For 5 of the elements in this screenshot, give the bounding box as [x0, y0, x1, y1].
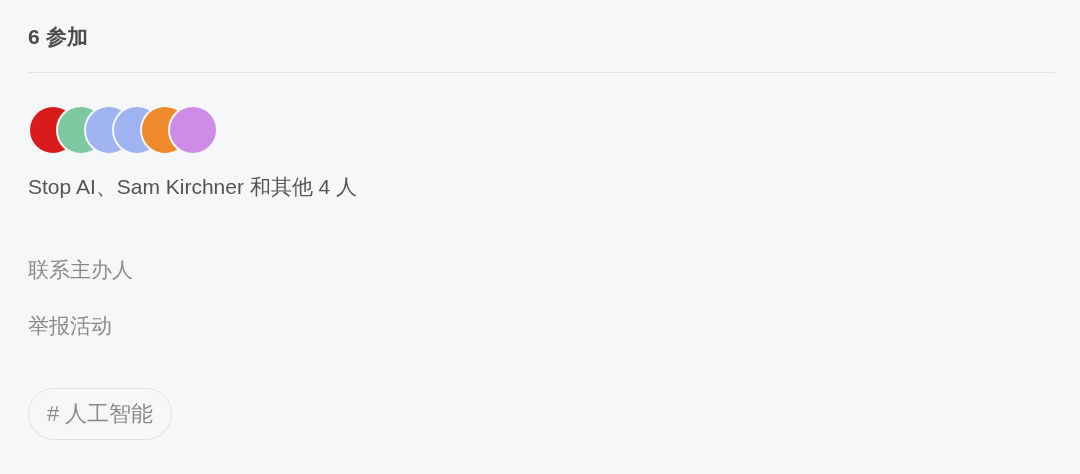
avatar-stack[interactable]	[28, 105, 218, 155]
attendee-names: Stop AI、Sam Kirchner 和其他 4 人	[28, 174, 359, 200]
action-link[interactable]: 联系主办人	[28, 254, 133, 286]
action-link[interactable]: 举报活动	[28, 310, 112, 342]
section-title: 6 参加	[28, 24, 88, 50]
